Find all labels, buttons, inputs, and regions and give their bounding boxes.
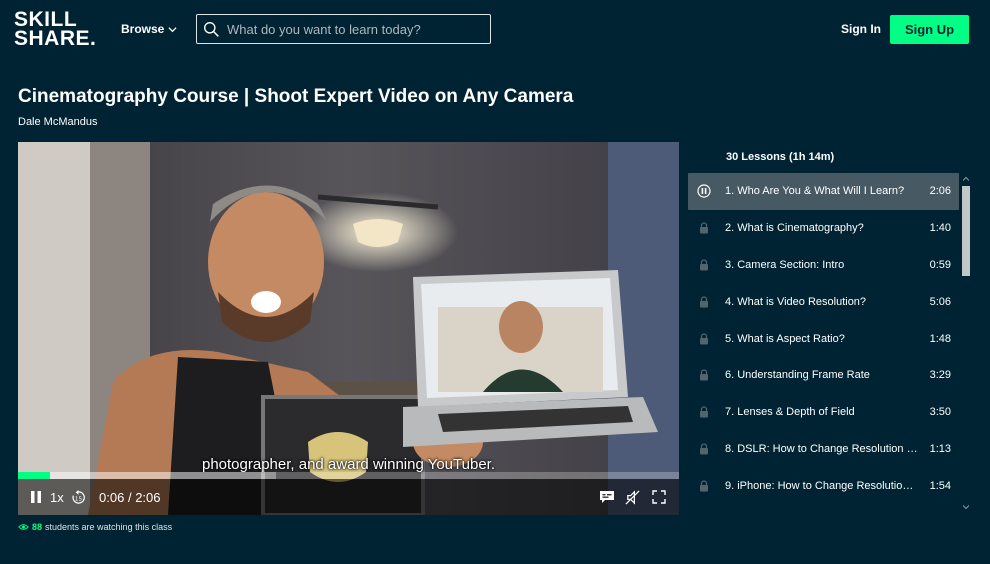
lesson-duration: 2:06 — [929, 185, 951, 198]
lock-icon — [697, 295, 711, 309]
captions-icon — [600, 491, 614, 503]
lesson-duration: 0:59 — [929, 258, 951, 271]
lesson-duration: 5:06 — [929, 295, 951, 308]
time-display: 0:06 / 2:06 — [99, 479, 161, 515]
mute-button[interactable] — [625, 479, 640, 515]
lesson-item[interactable]: 5. What is Aspect Ratio? 1:48 — [688, 320, 959, 357]
sign-in-link[interactable]: Sign In — [841, 22, 881, 36]
lesson-title: 2. What is Cinematography? — [725, 222, 864, 235]
lesson-title: 3. Camera Section: Intro — [725, 258, 845, 271]
chevron-down-icon — [168, 26, 177, 32]
lesson-item[interactable]: 2. What is Cinematography? 1:40 — [688, 210, 959, 247]
lesson-duration: 1:48 — [929, 332, 951, 345]
search-input[interactable] — [227, 21, 482, 37]
lesson-title: 4. What is Video Resolution? — [725, 295, 867, 308]
pause-circle-icon — [697, 184, 711, 198]
lesson-duration: 3:29 — [929, 369, 951, 382]
watching-indicator: 88 students are watching this class — [18, 522, 172, 532]
control-bar: 1x 15 0:06 / 2:06 — [18, 479, 679, 515]
browse-menu[interactable]: Browse — [121, 22, 177, 36]
lock-icon — [697, 368, 711, 382]
fullscreen-icon — [652, 490, 666, 504]
lesson-item[interactable]: 4. What is Video Resolution? 5:06 — [688, 283, 959, 320]
captions-button[interactable] — [599, 479, 615, 515]
lock-icon — [697, 221, 711, 235]
current-time: 0:06 — [99, 489, 125, 505]
lesson-title: 9. iPhone: How to Change Resolution & Fr… — [725, 479, 919, 492]
lesson-scrollbar[interactable] — [960, 173, 971, 515]
lesson-item[interactable]: 7. Lenses & Depth of Field 3:50 — [688, 394, 959, 431]
lesson-duration: 1:13 — [929, 442, 951, 455]
lesson-title: 6. Understanding Frame Rate — [725, 369, 870, 382]
lesson-item[interactable]: 1. Who Are You & What Will I Learn? 2:06 — [688, 173, 959, 210]
lock-icon — [697, 479, 711, 493]
sign-up-button[interactable]: Sign Up — [890, 15, 969, 44]
lesson-duration: 1:40 — [929, 222, 951, 235]
watching-text: students are watching this class — [45, 522, 173, 532]
video-caption: photographer, and award winning YouTuber… — [201, 456, 495, 473]
lesson-duration: 1:54 — [929, 479, 951, 492]
course-author[interactable]: Dale McMandus — [18, 116, 97, 128]
scroll-down-icon[interactable] — [963, 504, 969, 510]
search-bar[interactable] — [196, 14, 491, 44]
played-fill — [18, 472, 50, 479]
time-separator: / — [127, 489, 132, 505]
rewind-15-button[interactable]: 15 — [71, 479, 86, 515]
course-title: Cinematography Course | Shoot Expert Vid… — [18, 86, 574, 107]
buffered-fill — [18, 472, 276, 479]
pause-icon — [31, 491, 41, 503]
browse-label: Browse — [121, 22, 165, 36]
logo-line-2: SHARE. — [14, 27, 97, 51]
pause-button[interactable] — [30, 479, 42, 515]
skillshare-logo[interactable]: SKILL SHARE. — [14, 9, 97, 51]
lock-icon — [697, 258, 711, 272]
lock-icon — [697, 332, 711, 346]
svg-text:15: 15 — [75, 496, 83, 502]
lesson-title: 7. Lenses & Depth of Field — [725, 406, 855, 419]
fullscreen-button[interactable] — [652, 479, 666, 515]
lesson-item[interactable]: 6. Understanding Frame Rate 3:29 — [688, 357, 959, 394]
search-icon — [204, 21, 219, 37]
eye-icon — [18, 524, 29, 530]
scrollbar-thumb[interactable] — [962, 186, 970, 276]
lesson-item[interactable]: 9. iPhone: How to Change Resolution & Fr… — [688, 467, 959, 504]
volume-muted-icon — [625, 489, 640, 505]
lesson-title: 5. What is Aspect Ratio? — [725, 332, 845, 345]
lesson-item[interactable]: 8. DSLR: How to Change Resolution & Fram… — [688, 431, 959, 468]
scroll-up-icon[interactable] — [963, 176, 969, 182]
lock-icon — [697, 442, 711, 456]
lessons-count: 30 Lessons (1h 14m) — [726, 151, 835, 163]
progress-bar[interactable] — [18, 472, 679, 479]
total-duration: 2:06 — [135, 489, 161, 505]
rewind-15-icon: 15 — [72, 489, 85, 504]
lock-icon — [697, 405, 711, 419]
lesson-title: 8. DSLR: How to Change Resolution & Fram… — [725, 442, 919, 455]
lesson-duration: 3:50 — [929, 406, 951, 419]
lesson-item[interactable]: 3. Camera Section: Intro 0:59 — [688, 247, 959, 284]
lesson-title: 1. Who Are You & What Will I Learn? — [725, 185, 905, 198]
playback-speed-button[interactable]: 1x — [50, 479, 64, 515]
video-player[interactable]: photographer, and award winning YouTuber… — [18, 142, 679, 515]
watching-count: 88 — [32, 522, 43, 532]
lesson-list: 1. Who Are You & What Will I Learn? 2:06… — [688, 173, 959, 504]
